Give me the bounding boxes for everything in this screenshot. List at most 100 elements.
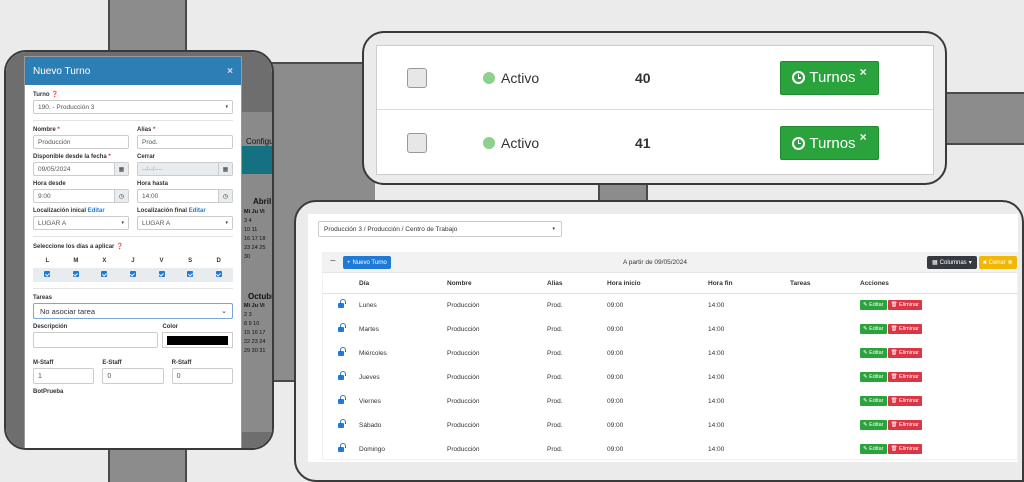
backdrop-configura-text: Configura [246, 137, 274, 146]
cell-alias: Prod. [547, 445, 563, 453]
clock-icon [792, 136, 806, 150]
cell-acciones: ✎ Editar 🗑 Eliminar [860, 293, 1019, 317]
color-swatch [167, 335, 228, 345]
editar-button[interactable]: ✎ Editar [860, 420, 887, 430]
table-header-row: Día Nombre Alias Hora inicio Hora fin Ta… [323, 275, 1019, 294]
eliminar-button[interactable]: 🗑 Eliminar [887, 444, 922, 454]
day-checkbox[interactable] [129, 271, 136, 277]
calendar-icon[interactable]: ▦ [114, 163, 128, 175]
mstaff-label: M-Staff [33, 360, 54, 366]
calendar-abril: Mi Ju Vi 3 4 10 11 16 17 18 23 24 25 30 [244, 209, 266, 260]
cerrar-fecha-input: --/--/---- ▦ [137, 162, 233, 176]
trash-icon: 🗑 [890, 422, 898, 428]
col-header-acciones: Acciones [860, 275, 1019, 294]
clock-icon[interactable]: ◷ [218, 190, 232, 202]
cell-alias: Prod. [547, 301, 563, 309]
eliminar-button[interactable]: 🗑 Eliminar [887, 324, 922, 334]
eliminar-button[interactable]: 🗑 Eliminar [887, 300, 922, 311]
turnos-status-panel: Activo 40 Turnos × Activo 41 Turnos × [362, 31, 947, 185]
editar-button[interactable]: ✎ Editar [860, 444, 887, 454]
day-checkbox[interactable] [158, 271, 165, 277]
status-dot-icon [483, 137, 495, 149]
color-picker[interactable] [162, 332, 233, 348]
square-icon: ■ [983, 259, 987, 266]
tareas-select[interactable]: No asociar tarea ⌄ [33, 303, 233, 319]
divider [33, 120, 233, 121]
day-checkbox[interactable] [44, 271, 51, 277]
loc-final-label: Localización final Editar [137, 208, 206, 214]
divider [33, 288, 233, 289]
day-checkbox[interactable] [72, 271, 79, 277]
unlock-icon[interactable] [338, 443, 346, 452]
row-checkbox[interactable] [407, 67, 427, 88]
columnas-button[interactable]: ▦ Columnas ▾ [927, 256, 977, 269]
status-list: Activo 40 Turnos × Activo 41 Turnos × [376, 45, 934, 175]
cell-hora-inicio: 09:00 [607, 445, 624, 453]
desde-fecha-input[interactable]: 09/05/2024 ▦ [33, 162, 129, 176]
estaff-input[interactable]: 0 [102, 368, 164, 384]
table-row: Sábado Producción Prod. 09:00 14:00 ✎ Editar 🗑… [323, 413, 1019, 437]
unlock-icon[interactable] [338, 347, 346, 356]
editar-button[interactable]: ✎ Editar [860, 300, 887, 311]
turnos-button[interactable]: Turnos × [780, 60, 879, 95]
day-checkbox[interactable] [101, 271, 108, 277]
calendar-month-octubre: Octubre [248, 292, 274, 301]
status-dot-icon [483, 71, 495, 84]
unlock-icon[interactable] [338, 419, 346, 428]
editar-button[interactable]: ✎ Editar [860, 348, 887, 358]
breadcrumb-select[interactable]: Producción 3 / Producción / Centro de Tr… [318, 221, 562, 237]
turnos-button[interactable]: Turnos × [780, 126, 879, 160]
eliminar-button[interactable]: 🗑 Eliminar [887, 396, 922, 406]
cell-hora-fin: 14:00 [708, 445, 725, 453]
close-icon[interactable]: × [227, 66, 233, 77]
day-checkbox[interactable] [215, 271, 222, 277]
nuevo-turno-button[interactable]: + Nuevo Turno [343, 256, 391, 269]
cell-hora-inicio: 09:00 [607, 397, 624, 405]
calendar-icon: ▦ [218, 163, 232, 175]
horario-panel: Producción 3 / Producción / Centro de Tr… [294, 200, 1024, 482]
eliminar-button[interactable]: 🗑 Eliminar [887, 348, 922, 358]
editar-button[interactable]: ✎ Editar [860, 396, 887, 406]
table-icon: ▦ [932, 260, 938, 266]
cell-dia: Martes [359, 325, 379, 333]
table-row: Viernes Producción Prod. 09:00 14:00 ✎ Editar… [323, 389, 1019, 413]
hora-hasta-input[interactable]: 14:00 ◷ [137, 189, 233, 203]
cerrar-button[interactable]: ■ Cerrar ⊗ [979, 256, 1017, 269]
eliminar-button[interactable]: 🗑 Eliminar [887, 420, 922, 430]
eliminar-button[interactable]: 🗑 Eliminar [887, 372, 922, 382]
cell-dia: Miércoles [359, 349, 387, 357]
a-partir-text: A partir de 09/05/2024 [623, 259, 687, 266]
editar-link[interactable]: Editar [88, 208, 105, 214]
unlock-icon[interactable] [338, 371, 346, 380]
unlock-icon[interactable] [338, 323, 346, 332]
cell-acciones: ✎ Editar 🗑 Eliminar [860, 365, 1019, 389]
cell-tareas [790, 437, 860, 461]
turno-select[interactable]: 190. - Producción 3 ▾ [33, 100, 233, 114]
loc-final-select[interactable]: LUGAR A ▾ [137, 216, 233, 230]
backdrop-header-strip [242, 146, 272, 174]
hora-desde-input[interactable]: 9:00 ◷ [33, 189, 129, 203]
edit-icon: ✎ [863, 374, 868, 380]
descripcion-input[interactable] [33, 332, 159, 348]
unlock-icon[interactable] [338, 395, 346, 404]
day-checkbox[interactable] [187, 271, 194, 277]
day-header: X [102, 258, 107, 264]
edit-icon: ✎ [863, 422, 868, 428]
editar-button[interactable]: ✎ Editar [860, 324, 887, 334]
nombre-input[interactable]: Producción [33, 135, 129, 149]
collapse-icon[interactable]: − [330, 256, 336, 267]
cell-hora-inicio: 09:00 [607, 373, 624, 381]
editar-button[interactable]: ✎ Editar [860, 372, 887, 382]
unlock-icon[interactable] [338, 299, 346, 309]
alias-input[interactable]: Prod. [137, 135, 233, 149]
row-checkbox[interactable] [407, 133, 427, 153]
chevron-down-icon: ⌄ [221, 308, 227, 315]
cell-acciones: ✎ Editar 🗑 Eliminar [860, 413, 1019, 437]
clock-icon[interactable]: ◷ [114, 190, 128, 202]
col-header-tareas: Tareas [790, 275, 860, 294]
loc-inicial-select[interactable]: LUGAR A ▾ [33, 216, 129, 230]
rstaff-input[interactable]: 0 [171, 368, 233, 384]
editar-link[interactable]: Editar [189, 208, 206, 214]
horario-table: Día Nombre Alias Hora inicio Hora fin Ta… [323, 275, 1019, 461]
mstaff-input[interactable]: 1 [33, 368, 95, 384]
